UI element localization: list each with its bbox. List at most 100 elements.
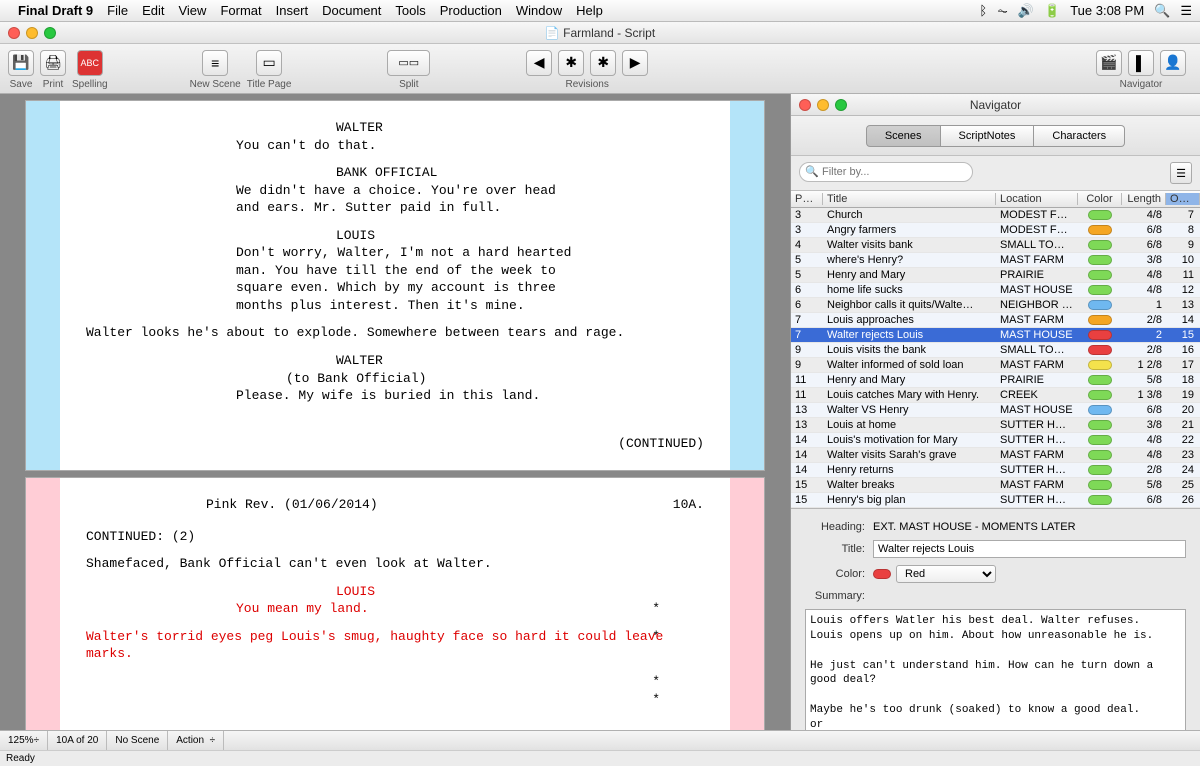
dialogue: Don't worry, Walter, I'm not a hard hear… [236, 244, 584, 314]
col-color[interactable]: Color [1078, 193, 1122, 205]
action-line: Shamefaced, Bank Official can't even loo… [86, 555, 704, 573]
summary-label: Summary: [805, 590, 865, 602]
character-cue: BANK OFFICIAL [336, 164, 704, 182]
col-order[interactable]: Order▲ [1166, 193, 1200, 205]
wifi-icon[interactable]: ⏦ [997, 3, 1008, 19]
split-label: Split [399, 79, 418, 90]
page-indicator[interactable]: 10A of 20 [48, 731, 107, 750]
color-label: Color: [805, 568, 865, 580]
titlepage-label: Title Page [247, 79, 292, 90]
table-row[interactable]: 11Louis catches Mary with Henry.CREEK1 3… [791, 388, 1200, 403]
menu-view[interactable]: View [178, 3, 206, 18]
scene-title-input[interactable] [873, 540, 1186, 558]
col-location[interactable]: Location [996, 193, 1078, 205]
summary-textarea[interactable] [805, 609, 1186, 730]
table-row[interactable]: 5where's Henry?MAST FARM3/810 [791, 253, 1200, 268]
table-row[interactable]: 11Henry and MaryPRAIRIE5/818 [791, 373, 1200, 388]
battery-icon[interactable]: 🔋 [1044, 3, 1060, 19]
rev-star1-button[interactable]: ✱ [558, 50, 584, 76]
spotlight-icon[interactable]: 🔍 [1154, 3, 1170, 19]
zoom-stepper[interactable]: 125% ÷ [0, 731, 48, 750]
table-row[interactable]: 13Walter VS HenryMAST HOUSE6/820 [791, 403, 1200, 418]
table-row[interactable]: 7Walter rejects LouisMAST HOUSE215 [791, 328, 1200, 343]
nav-chars-button[interactable]: 👤 [1160, 50, 1186, 76]
character-cue: LOUIS [336, 227, 704, 245]
parenthetical: (to Bank Official) [286, 370, 704, 388]
table-row[interactable]: 5Henry and MaryPRAIRIE4/811 [791, 268, 1200, 283]
script-page-1[interactable]: WALTER You can't do that. BANK OFFICIAL … [25, 100, 765, 471]
menu-tools[interactable]: Tools [395, 3, 425, 18]
table-row[interactable]: 7Louis approachesMAST FARM2/814 [791, 313, 1200, 328]
print-button[interactable]: 🖨 [40, 50, 66, 76]
table-row[interactable]: 9Walter informed of sold loanMAST FARM1 … [791, 358, 1200, 373]
newscene-label: New Scene [190, 79, 241, 90]
status-bar: 125% ÷ 10A of 20 No Scene Action ÷ [0, 730, 1200, 750]
table-row[interactable]: 15Walter breaksMAST FARM5/825 [791, 478, 1200, 493]
spelling-label: Spelling [72, 79, 108, 90]
menu-document[interactable]: Document [322, 3, 381, 18]
table-row[interactable]: 14Louis's motivation for MarySUTTER HO…4… [791, 433, 1200, 448]
script-editor[interactable]: WALTER You can't do that. BANK OFFICIAL … [0, 94, 790, 730]
character-cue: LOUIS [336, 583, 704, 601]
app-name[interactable]: Final Draft 9 [18, 3, 93, 18]
menu-format[interactable]: Format [220, 3, 261, 18]
spelling-button[interactable]: ABC [77, 50, 103, 76]
filter-input[interactable] [799, 162, 973, 182]
continued-marker: (CONTINUED) [86, 435, 704, 453]
nav-scenes-button[interactable]: 🎬 [1096, 50, 1122, 76]
volume-icon[interactable]: 🔊 [1018, 3, 1034, 19]
table-header: Page Title Location Color Length Order▲ [791, 191, 1200, 208]
ready-label: Ready [6, 753, 35, 764]
notification-center-icon[interactable]: ☰ [1180, 3, 1192, 19]
col-length[interactable]: Length [1122, 193, 1166, 205]
dialogue: We didn't have a choice. You're over hea… [236, 182, 584, 217]
navigator-title: Navigator [791, 98, 1200, 112]
scene-table[interactable]: Page Title Location Color Length Order▲ … [791, 191, 1200, 508]
navigator-panel: Navigator Scenes ScriptNotes Characters … [790, 94, 1200, 730]
table-row[interactable]: 14Henry returnsSUTTER HOUSE2/824 [791, 463, 1200, 478]
menu-edit[interactable]: Edit [142, 3, 164, 18]
col-page[interactable]: Page [791, 193, 823, 205]
table-row[interactable]: 3ChurchMODEST FR…4/87 [791, 208, 1200, 223]
table-row[interactable]: 13Louis at homeSUTTER HO…3/821 [791, 418, 1200, 433]
scene-indicator[interactable]: No Scene [107, 731, 168, 750]
tab-scenes[interactable]: Scenes [866, 125, 941, 147]
table-row[interactable]: 4Walter visits bankSMALL TOW…6/89 [791, 238, 1200, 253]
navigator-label: Navigator [1120, 79, 1163, 90]
save-button[interactable]: 💾 [8, 50, 34, 76]
ready-bar: Ready [0, 750, 1200, 766]
table-row[interactable]: 9Louis visits the bankSMALL TOW…2/816 [791, 343, 1200, 358]
rev-prev-button[interactable]: ◀ [526, 50, 552, 76]
table-row[interactable]: 3Angry farmersMODEST FR…6/88 [791, 223, 1200, 238]
nav-notes-button[interactable]: ▌ [1128, 50, 1154, 76]
newscene-button[interactable]: ≡ [202, 50, 228, 76]
menu-window[interactable]: Window [516, 3, 562, 18]
menu-help[interactable]: Help [576, 3, 603, 18]
menu-insert[interactable]: Insert [276, 3, 309, 18]
menu-production[interactable]: Production [440, 3, 502, 18]
continued-header: CONTINUED: (2) [86, 528, 704, 546]
scene-color-select[interactable]: Red [896, 565, 996, 583]
rev-star2-button[interactable]: ✱ [590, 50, 616, 76]
script-page-2[interactable]: Pink Rev. (01/06/2014) 10A. CONTINUED: (… [25, 477, 765, 730]
configure-columns-button[interactable]: ☰ [1170, 162, 1192, 184]
save-label: Save [10, 79, 33, 90]
table-row[interactable]: 6home life sucksMAST HOUSE4/812 [791, 283, 1200, 298]
element-select[interactable]: Action ÷ [168, 731, 224, 750]
main-toolbar: 💾 Save 🖨 Print ABC Spelling ≡ New Scene … [0, 44, 1200, 94]
macos-menubar: Final Draft 9 File Edit View Format Inse… [0, 0, 1200, 22]
print-label: Print [43, 79, 64, 90]
table-row[interactable]: 15Henry's big planSUTTER HOUSE6/826 [791, 493, 1200, 508]
tab-scriptnotes[interactable]: ScriptNotes [941, 125, 1035, 147]
titlepage-button[interactable]: ▭ [256, 50, 282, 76]
tab-characters[interactable]: Characters [1034, 125, 1125, 147]
col-title[interactable]: Title [823, 193, 996, 205]
rev-next-button[interactable]: ▶ [622, 50, 648, 76]
table-row[interactable]: 14Walter visits Sarah's graveMAST FARM4/… [791, 448, 1200, 463]
split-button[interactable]: ▭▭ [387, 50, 430, 76]
clock[interactable]: Tue 3:08 PM [1070, 3, 1144, 18]
menu-file[interactable]: File [107, 3, 128, 18]
bluetooth-icon[interactable]: ᛒ [979, 3, 987, 18]
table-row[interactable]: 6Neighbor calls it quits/Walte…NEIGHBOR … [791, 298, 1200, 313]
dialogue: You can't do that. [236, 137, 584, 155]
